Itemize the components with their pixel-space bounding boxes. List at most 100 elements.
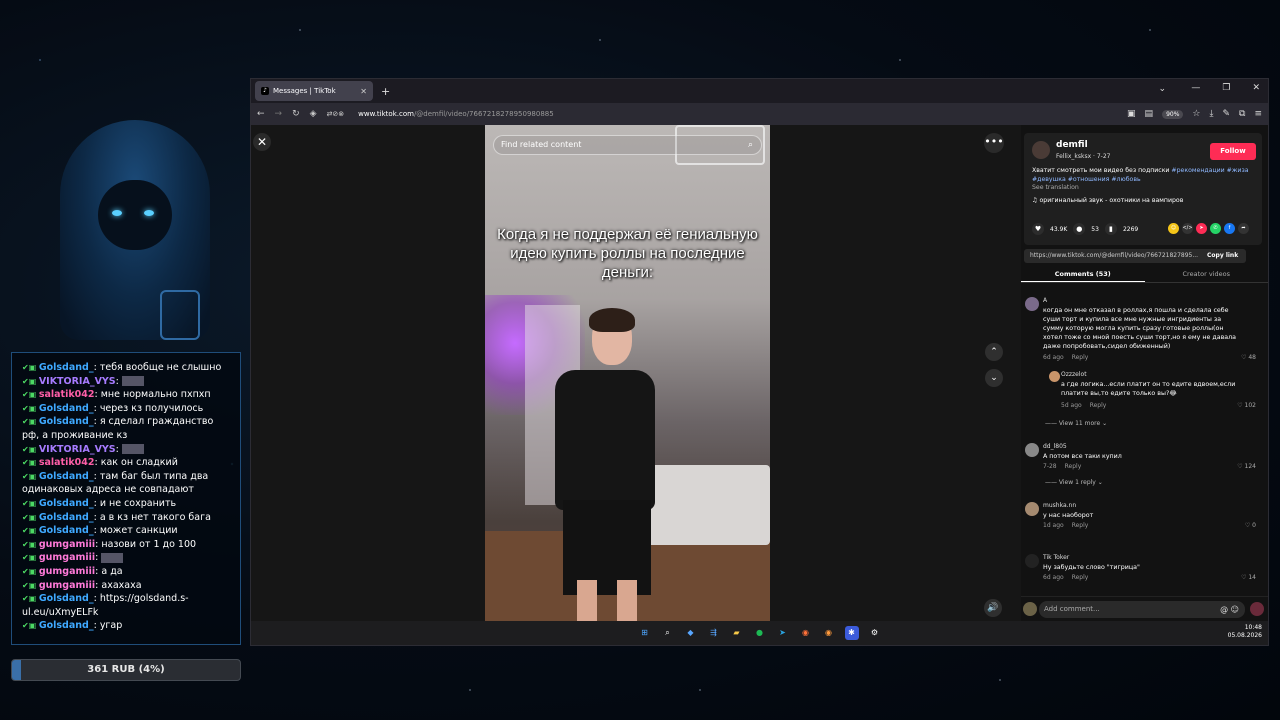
taskbar-clock[interactable]: 10:48 05.08.2026 (1228, 624, 1262, 640)
author-avatar[interactable] (1032, 141, 1050, 159)
tab-creator-videos[interactable]: Creator videos (1145, 265, 1269, 282)
comment-likes[interactable]: ♡ 0 (1245, 522, 1256, 529)
bookmark-star-icon[interactable]: ☆ (1192, 109, 1200, 119)
chat-badges-icon: ✔▣ (22, 376, 39, 386)
extensions-puzzle-icon[interactable]: ⧉ (1239, 109, 1245, 119)
donation-goal-bar: 361 RUB (4%) (11, 659, 241, 681)
person-hair (589, 308, 635, 332)
share-arrow-icon[interactable]: ➦ (1238, 223, 1249, 234)
commenter-avatar[interactable] (1025, 297, 1039, 311)
comment-likes[interactable]: ♡ 102 (1237, 402, 1256, 409)
back-icon[interactable]: ← (257, 109, 265, 119)
embed-icon[interactable]: </> (1182, 223, 1193, 234)
reply-button[interactable]: Reply (1072, 522, 1089, 529)
heart-icon[interactable]: ♥ (1032, 223, 1044, 235)
file-explorer-icon[interactable]: ▰ (730, 626, 744, 640)
comment-likes[interactable]: ♡ 124 (1237, 463, 1256, 470)
close-window-icon[interactable]: ✕ (1252, 83, 1260, 93)
address-bar[interactable]: www.tiktok.com/@demfil/video/76672182789… (358, 110, 554, 118)
tab-messages-tiktok[interactable]: ♪ Messages | TikTok ✕ (255, 81, 373, 101)
copy-link-button[interactable]: Copy link (1207, 249, 1238, 263)
download-icon[interactable]: ⤓ (1209, 109, 1213, 119)
search-icon[interactable]: ⌕ (661, 626, 675, 640)
list-tabs-chevron-icon[interactable]: ⌄ (1158, 84, 1166, 94)
chat-badges-icon: ✔▣ (22, 363, 39, 372)
send-share-icon[interactable]: ➤ (1196, 223, 1207, 234)
comment-icon[interactable]: ● (1073, 223, 1086, 235)
emoji-share-icon[interactable]: ☺ (1168, 223, 1179, 234)
chat-nick: salatik042 (38, 389, 95, 401)
commenter-name[interactable]: dd_l805 (1043, 443, 1067, 450)
commenter-avatar[interactable] (1025, 502, 1039, 516)
video-info-card: demfil Fellix_ksksx · 7-27 Follow Хватит… (1024, 133, 1262, 245)
commenter-name[interactable]: Tik Toker (1043, 554, 1069, 561)
comment-likes[interactable]: ♡ 14 (1241, 574, 1256, 581)
comment-likes-count: 124 (1244, 463, 1256, 470)
commenter-name[interactable]: mushka.nn (1043, 502, 1076, 509)
follow-button[interactable]: Follow (1210, 143, 1256, 160)
telegram-icon[interactable]: ➤ (776, 626, 790, 640)
tab-title: Messages | TikTok (273, 87, 336, 95)
likes-count: 43.9K (1050, 225, 1068, 233)
more-options-button[interactable]: ••• (984, 133, 1004, 153)
reply-button[interactable]: Reply (1090, 402, 1107, 409)
author-name[interactable]: demfil (1056, 140, 1088, 150)
facebook-icon[interactable]: f (1224, 223, 1235, 234)
extension-icon[interactable]: ✎ (1222, 109, 1230, 119)
chat-text: через кз получилось (99, 402, 204, 414)
app-icon-active[interactable]: ✱ (844, 626, 859, 640)
menu-icon[interactable]: ≡ (1254, 109, 1262, 119)
chat-nick: VIKTORIA_VYS (38, 375, 116, 387)
view-more-replies-button[interactable]: —— View 11 more ⌄ (1045, 420, 1107, 427)
app-icon-3[interactable]: ⚙ (868, 626, 882, 640)
picture-icon[interactable]: ▤ (1145, 109, 1154, 119)
firefox-icon[interactable]: ◉ (799, 626, 813, 640)
new-tab-button[interactable]: + (381, 85, 390, 98)
close-tab-icon[interactable]: ✕ (360, 87, 367, 96)
see-translation-link[interactable]: See translation (1032, 184, 1254, 193)
reply-button[interactable]: Reply (1072, 574, 1089, 581)
restore-icon[interactable]: ❐ (1222, 83, 1230, 93)
next-video-button[interactable]: ⌄ (985, 369, 1003, 387)
reply-button[interactable]: Reply (1065, 463, 1082, 470)
app-icon-1[interactable]: ◆ (684, 626, 698, 640)
related-search-input[interactable]: Find related content ⌕ (493, 135, 762, 155)
reader-view-icon[interactable]: ▣ (1127, 109, 1136, 119)
comment-likes[interactable]: ♡ 48 (1241, 354, 1256, 361)
comment-time: 7-28 (1043, 463, 1057, 470)
reply-button[interactable]: Reply (1072, 354, 1089, 361)
previous-video-button[interactable]: ⌃ (985, 343, 1003, 361)
whatsapp-icon[interactable]: ✆ (1210, 223, 1221, 234)
emoji-icon[interactable]: ☺ (1231, 605, 1239, 614)
firefox-icon-2[interactable]: ◉ (822, 626, 836, 640)
comment-likes-count: 0 (1252, 522, 1256, 529)
post-comment-button[interactable] (1250, 602, 1264, 616)
close-video-button[interactable]: ✕ (253, 133, 271, 151)
forward-icon[interactable]: → (275, 109, 283, 119)
tab-comments[interactable]: Comments (53) (1021, 265, 1145, 282)
commenter-name[interactable]: А (1043, 297, 1047, 304)
commenter-avatar[interactable] (1025, 554, 1039, 568)
comment-meta: 1d ago Reply (1043, 522, 1088, 529)
commenter-avatar[interactable] (1049, 371, 1060, 382)
mention-icon[interactable]: @ (1220, 605, 1228, 614)
volume-button[interactable]: 🔊 (984, 599, 1002, 617)
commenter-name[interactable]: Ozzzelot (1061, 371, 1087, 378)
zoom-level-badge[interactable]: 90% (1162, 109, 1184, 119)
chat-text: ахахаха (101, 579, 142, 591)
chat-nick: Golsdand_ (38, 525, 94, 537)
app-icon-2[interactable]: ⇶ (707, 626, 721, 640)
minimize-icon[interactable]: — (1191, 83, 1200, 93)
chat-badges-icon: ✔▣ (22, 621, 39, 631)
reload-icon[interactable]: ↻ (292, 109, 300, 119)
add-comment-input[interactable]: Add comment... @ ☺ (1039, 601, 1245, 618)
bookmark-icon[interactable]: ▮ (1104, 223, 1117, 235)
spotify-icon[interactable]: ● (753, 626, 767, 640)
sound-link[interactable]: ♫ оригинальный звук - охотники на вампир… (1032, 197, 1183, 204)
permissions-icon[interactable]: ⇄⊘⊗ (327, 110, 345, 118)
start-menu-icon[interactable]: ⊞ (638, 626, 652, 640)
view-reply-button[interactable]: —— View 1 reply ⌄ (1045, 479, 1103, 486)
commenter-avatar[interactable] (1025, 443, 1039, 457)
video-frame[interactable]: Find related content ⌕ Когда я не поддер… (485, 125, 770, 621)
shield-icon[interactable]: ◈ (310, 109, 317, 119)
